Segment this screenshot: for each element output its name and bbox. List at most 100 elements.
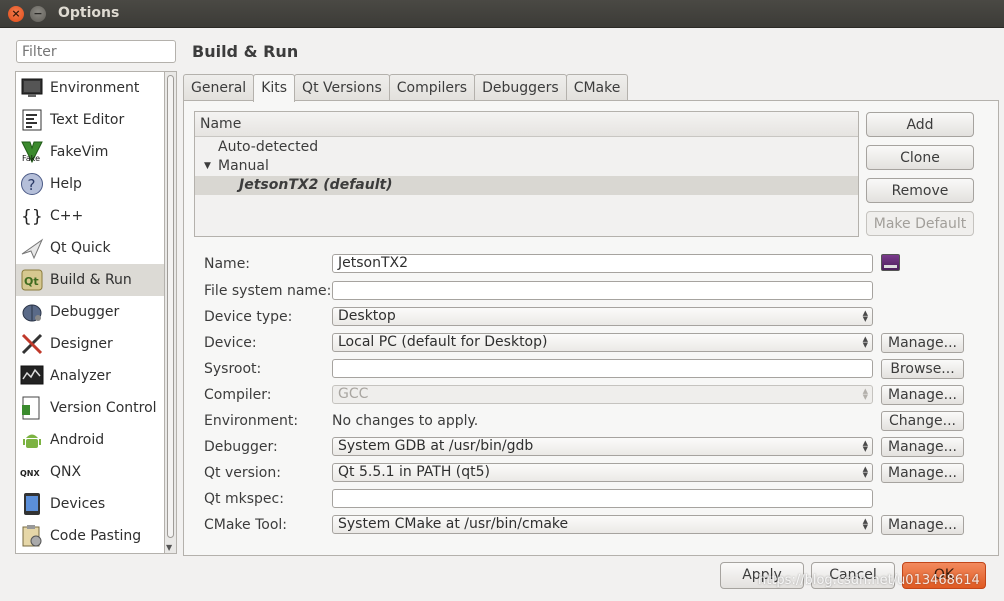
device-type-label: Device type:	[204, 309, 293, 325]
minimize-window-button[interactable]: −	[30, 6, 46, 22]
tab-cmake[interactable]: CMake	[565, 74, 629, 101]
svg-text:QNX: QNX	[20, 469, 40, 478]
name-field[interactable]: JetsonTX2	[332, 254, 873, 273]
nav-label: Version Control	[50, 400, 157, 416]
sysroot-browse-button[interactable]: Browse...	[881, 359, 964, 379]
scrollbar-thumb[interactable]	[167, 75, 174, 538]
environment-change-button[interactable]: Change...	[881, 411, 964, 431]
combo-value: System CMake at /usr/bin/cmake	[338, 516, 569, 532]
filter-input[interactable]	[16, 40, 176, 63]
version-control-icon	[20, 396, 44, 420]
debugger-label: Debugger:	[204, 439, 278, 455]
nav-item-help[interactable]: ? Help	[16, 168, 164, 200]
qt-version-select[interactable]: Qt 5.5.1 in PATH (qt5) ▲ ▼	[332, 463, 873, 482]
cpp-braces-icon: {}	[20, 204, 44, 228]
tree-row-manual[interactable]: ▼ Manual	[195, 157, 858, 176]
debugger-manage-button[interactable]: Manage...	[881, 437, 964, 457]
environment-value: No changes to apply.	[332, 413, 479, 429]
environment-label: Environment:	[204, 413, 299, 429]
device-manage-button[interactable]: Manage...	[881, 333, 964, 353]
compiler-label: Compiler:	[204, 387, 272, 403]
tree-row-label: Manual	[218, 158, 269, 174]
svg-text:{}: {}	[21, 207, 43, 227]
nav-label: FakeVim	[50, 144, 109, 160]
scroll-down-arrow-icon[interactable]: ▼	[166, 543, 172, 552]
make-default-button[interactable]: Make Default	[866, 211, 974, 236]
nav-label: Build & Run	[50, 272, 132, 288]
nav-item-qt-quick[interactable]: Qt Quick	[16, 232, 164, 264]
spin-arrows-icon: ▲ ▼	[862, 517, 868, 531]
nav-label: Analyzer	[50, 368, 111, 384]
debugger-select[interactable]: System GDB at /usr/bin/gdb ▲ ▼	[332, 437, 873, 456]
nav-item-fakevim[interactable]: Fake FakeVim	[16, 136, 164, 168]
nav-item-designer[interactable]: Designer	[16, 328, 164, 360]
device-type-icon[interactable]	[881, 254, 900, 271]
help-icon: ?	[20, 172, 44, 196]
qt-mkspec-label: Qt mkspec:	[204, 491, 284, 507]
qt-version-label: Qt version:	[204, 465, 281, 481]
category-list-scrollbar[interactable]: ▼	[165, 71, 177, 554]
spin-arrows-icon: ▲ ▼	[862, 309, 868, 323]
tab-qt-versions[interactable]: Qt Versions	[294, 74, 390, 101]
tab-kits[interactable]: Kits	[253, 74, 296, 102]
page-title: Build & Run	[192, 42, 299, 61]
nav-item-environment[interactable]: Environment	[16, 72, 164, 104]
combo-value: GCC	[338, 386, 369, 402]
qt-mkspec-field[interactable]	[332, 489, 873, 508]
clone-kit-button[interactable]: Clone	[866, 145, 974, 170]
title-bar: × − Options	[0, 0, 1004, 28]
cmake-tool-select[interactable]: System CMake at /usr/bin/cmake ▲ ▼	[332, 515, 873, 534]
file-system-name-field[interactable]	[332, 281, 873, 300]
svg-text:Qt: Qt	[24, 275, 39, 288]
tab-debuggers[interactable]: Debuggers	[474, 74, 567, 101]
minimize-icon: −	[33, 7, 43, 20]
expand-arrow-icon[interactable]: ▼	[204, 157, 211, 176]
device-select[interactable]: Local PC (default for Desktop) ▲ ▼	[332, 333, 873, 352]
compiler-manage-button[interactable]: Manage...	[881, 385, 964, 405]
sysroot-field[interactable]	[332, 359, 873, 378]
window-title: Options	[58, 5, 120, 21]
qt-quick-icon	[20, 236, 44, 260]
close-window-button[interactable]: ×	[8, 6, 24, 22]
qnx-icon: QNX	[20, 460, 44, 484]
qt-version-manage-button[interactable]: Manage...	[881, 463, 964, 483]
nav-item-code-pasting[interactable]: Code Pasting	[16, 520, 164, 552]
nav-item-analyzer[interactable]: Analyzer	[16, 360, 164, 392]
nav-item-android[interactable]: Android	[16, 424, 164, 456]
file-system-name-label: File system name:	[204, 283, 332, 299]
devices-icon	[20, 492, 44, 516]
cmake-tool-manage-button[interactable]: Manage...	[881, 515, 964, 535]
nav-label: QNX	[50, 464, 82, 480]
nav-item-devices[interactable]: Devices	[16, 488, 164, 520]
tab-bar: General Kits Qt Versions Compilers Debug…	[183, 74, 629, 102]
nav-item-build-run[interactable]: Qt Build & Run	[16, 264, 164, 296]
options-dialog: × − Options Environment Text Editor Fake…	[0, 0, 1004, 601]
fakevim-icon: Fake	[20, 140, 44, 164]
remove-kit-button[interactable]: Remove	[866, 178, 974, 203]
spin-arrows-icon: ▲ ▼	[862, 439, 868, 453]
nav-item-text-editor[interactable]: Text Editor	[16, 104, 164, 136]
tab-general[interactable]: General	[183, 74, 255, 101]
nav-item-debugger[interactable]: Debugger	[16, 296, 164, 328]
spin-arrows-icon: ▲ ▼	[862, 335, 868, 349]
monitor-icon	[20, 76, 44, 100]
nav-item-cpp[interactable]: {} C++	[16, 200, 164, 232]
android-icon	[20, 428, 44, 452]
nav-label: Debugger	[50, 304, 120, 320]
designer-tools-icon	[20, 332, 44, 356]
tree-column-header[interactable]: Name	[195, 112, 858, 137]
nav-label: Devices	[50, 496, 106, 512]
nav-item-version-control[interactable]: Version Control	[16, 392, 164, 424]
device-type-select[interactable]: Desktop ▲ ▼	[332, 307, 873, 326]
compiler-select[interactable]: GCC ▲ ▼	[332, 385, 873, 404]
add-kit-button[interactable]: Add	[866, 112, 974, 137]
combo-value: Desktop	[338, 308, 396, 324]
combo-value: Local PC (default for Desktop)	[338, 334, 548, 350]
tree-row-kit-jetsontx2[interactable]: JetsonTX2 (default)	[195, 176, 858, 195]
watermark-text: https://blog.csdn.net/u013468614	[758, 573, 980, 588]
sysroot-label: Sysroot:	[204, 361, 262, 377]
svg-text:?: ?	[28, 176, 36, 194]
tab-compilers[interactable]: Compilers	[388, 74, 476, 101]
nav-item-qnx[interactable]: QNX QNX	[16, 456, 164, 488]
tree-row-auto-detected[interactable]: Auto-detected	[195, 138, 858, 157]
